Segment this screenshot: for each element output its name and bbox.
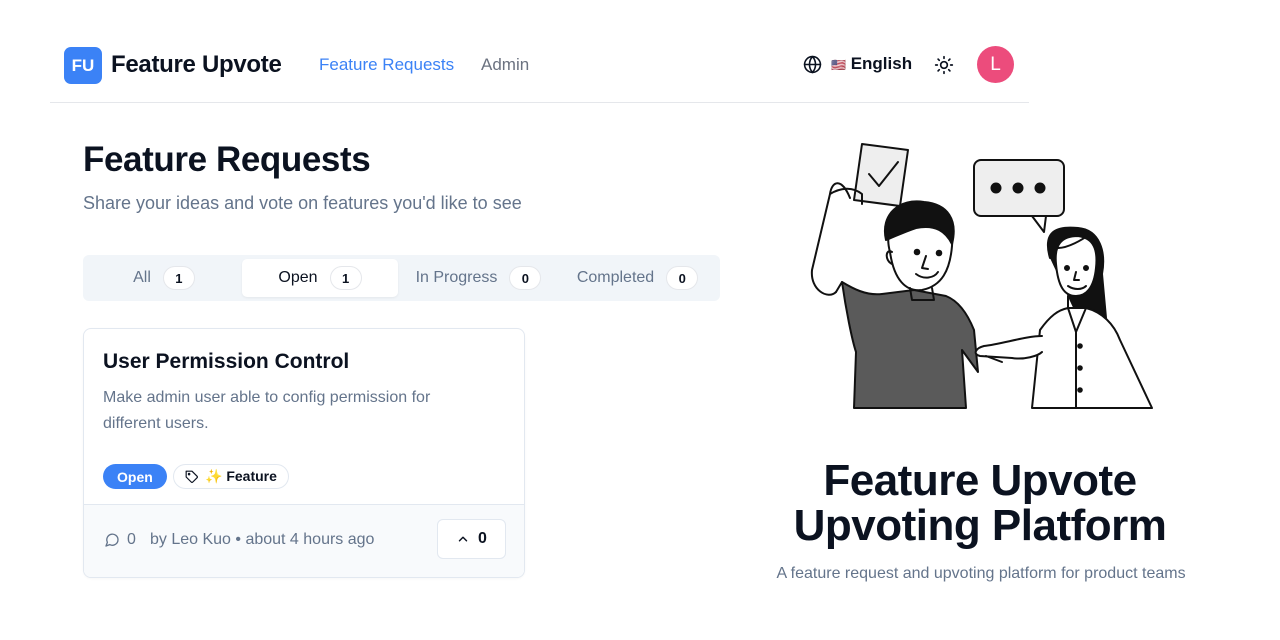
upvote-count: 0	[478, 530, 487, 547]
globe-icon	[803, 55, 822, 73]
tab-completed[interactable]: Completed 0	[559, 259, 716, 297]
us-flag-icon: 🇺🇸	[831, 58, 846, 72]
tab-open-label: Open	[278, 269, 318, 286]
status-tabs: All 1 Open 1 In Progress 0 Completed 0	[83, 255, 720, 301]
speech-bubble-icon	[973, 159, 1065, 233]
theme-toggle-button[interactable]	[934, 55, 954, 75]
tab-in-progress-count: 0	[509, 266, 542, 290]
tab-completed-label: Completed	[576, 269, 655, 286]
comment-count[interactable]: 0	[104, 531, 136, 549]
hand-gesture	[974, 335, 1043, 363]
logo-badge[interactable]: FU	[64, 47, 102, 84]
feature-description: Make admin user able to config permissio…	[103, 389, 431, 432]
tab-open[interactable]: Open 1	[242, 259, 398, 297]
upvote-button[interactable]: 0	[437, 519, 506, 559]
brand-name[interactable]: Feature Upvote	[111, 51, 282, 79]
language-label: English	[850, 54, 913, 73]
chevron-up-icon	[458, 536, 468, 542]
hero-title: Feature Upvote Upvoting Platform	[730, 458, 1230, 548]
hero-title-line2: Upvoting Platform	[793, 501, 1167, 550]
man-head	[883, 200, 955, 301]
category-tag-label: ✨ Feature	[205, 468, 277, 484]
user-avatar[interactable]: L	[977, 46, 1014, 83]
feature-request-card[interactable]: User Permission Control Make admin user …	[83, 328, 525, 578]
tab-open-count: 1	[329, 266, 362, 290]
tag-icon	[185, 470, 198, 483]
page-title: Feature Requests	[83, 140, 371, 179]
comment-icon	[105, 533, 119, 547]
status-badge: Open	[103, 464, 167, 489]
tab-completed-count: 0	[666, 266, 699, 290]
feature-title[interactable]: User Permission Control	[103, 350, 349, 374]
author-byline: by Leo Kuo • about 4 hours ago	[150, 531, 375, 548]
comment-count-value: 0	[127, 531, 136, 548]
card-footer: 0 by Leo Kuo • about 4 hours ago 0	[84, 504, 524, 577]
tab-all-label: All	[133, 269, 151, 286]
nav-feature-requests[interactable]: Feature Requests	[319, 55, 454, 75]
hero-subtitle: A feature request and upvoting platform …	[776, 565, 1186, 582]
man-shirt	[841, 281, 979, 409]
nav-admin[interactable]: Admin	[481, 55, 529, 75]
category-tag: ✨ Feature	[173, 464, 289, 489]
people-voting-illustration	[810, 143, 1153, 409]
top-navbar: FU Feature Upvote Feature Requests Admin…	[50, 27, 1029, 103]
hero-title-line1: Feature Upvote	[823, 456, 1137, 505]
tab-all[interactable]: All 1	[87, 259, 241, 297]
tab-in-progress-label: In Progress	[415, 269, 498, 286]
tab-all-count: 1	[162, 266, 195, 290]
tab-in-progress[interactable]: In Progress 0	[399, 259, 558, 297]
woman-figure	[1031, 226, 1153, 409]
language-switcher[interactable]: 🇺🇸 English	[803, 54, 912, 74]
page-subtitle: Share your ideas and vote on features yo…	[83, 193, 522, 213]
sun-icon	[934, 55, 954, 75]
